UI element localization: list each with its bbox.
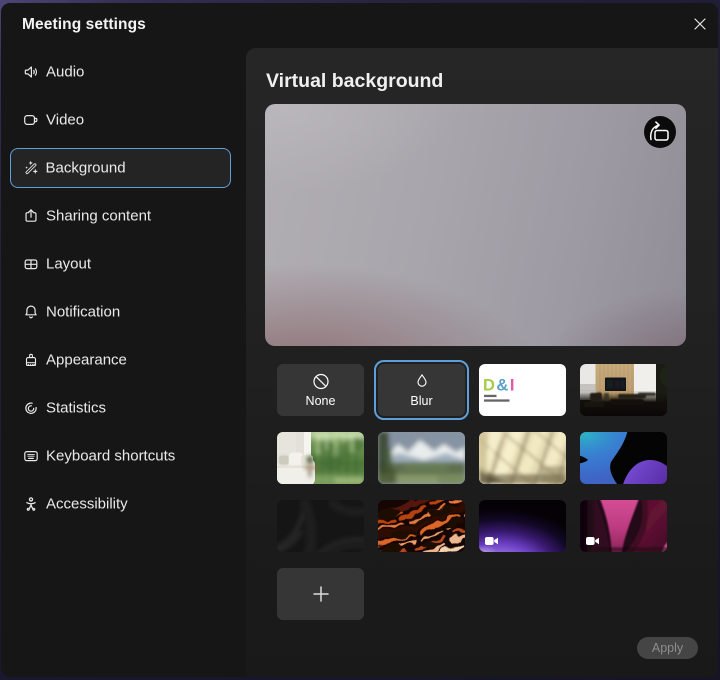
svg-text:D&I: D&I bbox=[483, 377, 516, 395]
